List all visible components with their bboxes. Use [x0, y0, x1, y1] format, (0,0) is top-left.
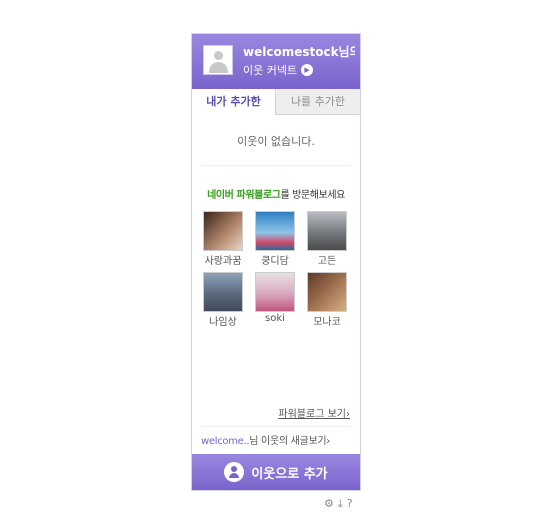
powerblog-view-link[interactable]: 파워블로그 보기› — [278, 405, 350, 420]
recent-nick[interactable]: welcome.. — [201, 436, 250, 447]
avatar-body-shape — [209, 62, 228, 73]
empty-message: 이웃이 없습니다. — [237, 135, 315, 148]
play-icon[interactable]: ▶ — [301, 64, 314, 76]
add-neighbor-button[interactable]: 이웃으로 추가 — [192, 454, 360, 490]
blog-thumbnail[interactable] — [203, 272, 243, 312]
blog-name[interactable]: soki — [253, 313, 297, 324]
blog-thumbnail[interactable] — [203, 211, 243, 251]
blog-name[interactable]: 고든 — [305, 252, 349, 267]
powerblog-promo-text: 를 방문해보세요 — [280, 190, 346, 201]
download-icon[interactable]: ⤓ — [338, 497, 343, 511]
powerblog-item[interactable]: 쿵디담 — [253, 211, 297, 267]
chevron-right-icon: › — [346, 409, 350, 420]
recent-posts-link[interactable]: welcome..님 이웃의 새글보기› — [201, 432, 330, 447]
divider — [201, 426, 351, 427]
blog-thumbnail[interactable] — [307, 211, 347, 251]
powerblog-item[interactable]: 나임상 — [201, 272, 245, 328]
username[interactable]: welcomestock님의 — [243, 43, 355, 60]
powerblog-view-label[interactable]: 파워블로그 보기 — [278, 409, 346, 420]
avatar-head-shape — [214, 51, 223, 60]
blog-name[interactable]: 쿵디담 — [253, 252, 297, 267]
chevron-right-icon: › — [326, 436, 330, 447]
avatar[interactable] — [203, 45, 233, 75]
powerblog-promo: 네이버 파워블로그를 방문해보세요 — [192, 186, 360, 201]
gear-icon[interactable]: ⚙ — [324, 497, 334, 511]
divider — [201, 165, 351, 166]
recent-posts-label[interactable]: 님 이웃의 새글보기 — [249, 436, 326, 447]
tab-added-me[interactable]: 나를 추가한 — [276, 89, 360, 115]
person-icon — [224, 462, 245, 482]
neighbor-connect-link[interactable]: 이웃 커넥트 ▶ — [243, 62, 314, 78]
neighbor-connect-widget: welcomestock님의 이웃 커넥트 ▶ 내가 추가한 나를 추가한 이웃… — [191, 33, 361, 491]
blog-thumbnail[interactable] — [255, 272, 295, 312]
footer-icons: ⚙ ⤓ ? — [324, 497, 353, 511]
blog-thumbnail[interactable] — [307, 272, 347, 312]
powerblog-item[interactable]: 모나코 — [305, 272, 349, 328]
powerblog-item[interactable]: 사랑과꿈 — [201, 211, 245, 267]
help-icon[interactable]: ? — [347, 497, 353, 511]
tab-added-by-me[interactable]: 내가 추가한 — [192, 89, 276, 115]
blog-name[interactable]: 사랑과꿈 — [201, 252, 245, 267]
add-neighbor-label: 이웃으로 추가 — [251, 466, 328, 482]
neighbor-connect-label: 이웃 커넥트 — [243, 64, 298, 77]
tab-bar: 내가 추가한 나를 추가한 — [192, 89, 360, 115]
powerblog-item[interactable]: soki — [253, 272, 297, 324]
powerblog-promo-highlight: 네이버 파워블로그 — [207, 190, 281, 201]
blog-name[interactable]: 나임상 — [201, 313, 245, 328]
widget-header: welcomestock님의 이웃 커넥트 ▶ — [192, 34, 360, 89]
powerblog-item[interactable]: 고든 — [305, 211, 349, 267]
blog-thumbnail[interactable] — [255, 211, 295, 251]
blog-name[interactable]: 모나코 — [305, 313, 349, 328]
